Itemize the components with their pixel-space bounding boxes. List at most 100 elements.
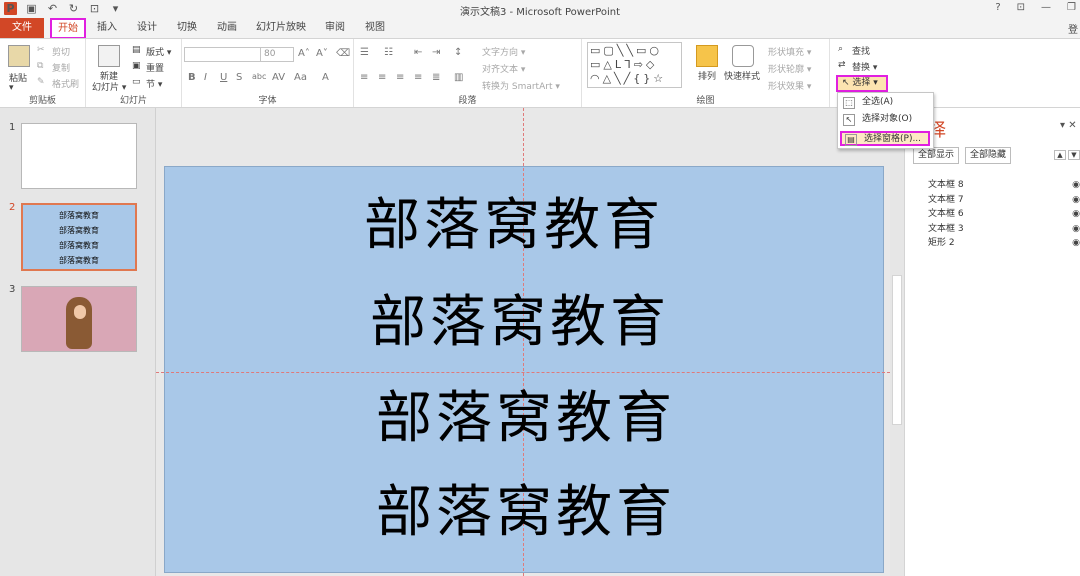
tab-transitions[interactable]: 切换 — [172, 18, 202, 38]
shape-effects-button[interactable]: 形状效果 ▾ — [768, 79, 811, 92]
font-name-field[interactable] — [184, 47, 262, 62]
new-slide-dropdown[interactable]: 幻灯片 ▾ — [92, 80, 126, 93]
shape-outline-button[interactable]: 形状轮廓 ▾ — [768, 62, 811, 75]
select-all-item[interactable]: ⬚ 全选(A) — [840, 96, 930, 111]
send-backward-icon[interactable]: ▼ — [1068, 150, 1080, 160]
tab-animations[interactable]: 动画 — [212, 18, 242, 38]
pane-close-icon[interactable]: ▾ ✕ — [1060, 120, 1077, 131]
arrange-button[interactable]: 排列 — [698, 69, 716, 82]
shadow-icon[interactable]: S — [236, 72, 242, 83]
format-painter-button[interactable]: 格式刷 — [52, 77, 79, 90]
strikethrough-icon[interactable]: abc — [252, 72, 266, 81]
list-item[interactable]: 文本框 7 ◉ — [928, 193, 1080, 208]
clipboard-group: 粘贴 ▾ ✂ 剪切 ⧉ 复制 ✎ 格式刷 剪贴板 — [0, 39, 86, 107]
list-item-label: 矩形 2 — [928, 238, 955, 248]
slide-text-box-1[interactable]: 部落窝教育 — [364, 196, 664, 256]
slide-thumbnail-2[interactable]: 部落窝教育 部落窝教育 部落窝教育 部落窝教育 — [21, 203, 137, 271]
ribbon-display-button[interactable]: ⊡ — [1017, 2, 1025, 13]
increase-indent-icon[interactable]: ⇥ — [432, 47, 440, 58]
scrollbar-thumb[interactable] — [892, 275, 902, 425]
paste-icon[interactable] — [8, 45, 30, 67]
eye-icon[interactable]: ◉ — [1072, 178, 1080, 193]
bullets-icon[interactable]: ☰ — [360, 47, 369, 58]
select-objects-icon: ↖ — [843, 114, 855, 126]
clipboard-group-label: 剪贴板 — [28, 96, 56, 106]
list-item[interactable]: 矩形 2 ◉ — [928, 236, 1080, 251]
justify-icon[interactable]: ≡ — [414, 72, 422, 83]
cut-button[interactable]: 剪切 — [52, 45, 70, 58]
bring-forward-icon[interactable]: ▲ — [1054, 150, 1066, 160]
shape-fill-button[interactable]: 形状填充 ▾ — [768, 45, 811, 58]
list-item[interactable]: 文本框 3 ◉ — [928, 222, 1080, 237]
copy-button[interactable]: 复制 — [52, 61, 70, 74]
tab-view[interactable]: 视图 — [360, 18, 390, 38]
tab-file[interactable]: 文件 — [0, 18, 44, 38]
slide-thumbnail-1[interactable] — [21, 123, 137, 189]
selection-pane-label: 选择窗格(P)... — [864, 134, 922, 144]
font-size-field[interactable]: 80 — [260, 47, 294, 62]
help-button[interactable]: ? — [995, 2, 1000, 13]
eye-icon[interactable]: ◉ — [1072, 207, 1080, 222]
line-spacing-icon[interactable]: ↕ — [454, 47, 462, 58]
paste-dropdown-icon[interactable]: ▾ — [9, 83, 14, 93]
align-center-icon[interactable]: ≡ — [378, 72, 386, 83]
slide-text-box-3[interactable]: 部落窝教育 — [376, 389, 676, 449]
list-item[interactable]: 文本框 6 ◉ — [928, 207, 1080, 222]
select-objects-label: 选择对象(O) — [862, 114, 913, 124]
decrease-indent-icon[interactable]: ⇤ — [414, 47, 422, 58]
char-spacing-icon[interactable]: AV — [272, 72, 285, 83]
list-item-label: 文本框 6 — [928, 209, 964, 219]
align-left-icon[interactable]: ≡ — [360, 72, 368, 83]
list-item-label: 文本框 8 — [928, 180, 964, 190]
grow-font-icon[interactable]: A˄ — [298, 48, 310, 59]
distributed-icon[interactable]: ≣ — [432, 72, 440, 83]
eye-icon[interactable]: ◉ — [1072, 193, 1080, 208]
replace-button[interactable]: 替换 ▾ — [852, 60, 877, 73]
hide-all-button[interactable]: 全部隐藏 — [965, 147, 1012, 164]
section-button[interactable]: 节 ▾ — [146, 77, 162, 90]
window-title: 演示文稿3 - Microsoft PowerPoint — [459, 7, 621, 18]
quick-styles-icon[interactable] — [732, 45, 754, 67]
numbering-icon[interactable]: ☷ — [384, 47, 393, 58]
select-objects-item[interactable]: ↖ 选择对象(O) — [840, 113, 930, 128]
arrange-icon[interactable] — [696, 45, 718, 67]
layout-icon: ▤ — [132, 45, 141, 55]
slide-text-box-4[interactable]: 部落窝教育 — [376, 483, 676, 543]
font-color-icon[interactable]: A — [322, 72, 329, 83]
tab-design[interactable]: 设计 — [132, 18, 162, 38]
restore-button[interactable]: ❐ — [1067, 2, 1076, 13]
italic-icon[interactable]: I — [204, 72, 207, 83]
reset-button[interactable]: 重置 — [146, 61, 164, 74]
find-button[interactable]: 查找 — [852, 44, 870, 57]
list-item[interactable]: 文本框 8 ◉ — [928, 178, 1080, 193]
minimize-button[interactable]: — — [1041, 2, 1051, 13]
slide-text-box-2[interactable]: 部落窝教育 — [370, 293, 670, 353]
align-right-icon[interactable]: ≡ — [396, 72, 404, 83]
select-button[interactable]: ↖ 选择 ▾ — [836, 75, 888, 92]
eye-icon[interactable]: ◉ — [1072, 236, 1080, 251]
smartart-button[interactable]: 转换为 SmartArt ▾ — [482, 79, 560, 92]
clear-formatting-icon[interactable]: ⌫ — [336, 48, 350, 59]
underline-icon[interactable]: U — [220, 72, 227, 83]
shrink-font-icon[interactable]: A˅ — [316, 48, 328, 59]
change-case-icon[interactable]: Aa — [294, 72, 307, 83]
selection-pane-item[interactable]: ▤ 选择窗格(P)... — [840, 131, 930, 146]
tab-slideshow[interactable]: 幻灯片放映 — [252, 18, 310, 38]
tab-review[interactable]: 审阅 — [320, 18, 350, 38]
text-direction-button[interactable]: 文字方向 ▾ — [482, 45, 525, 58]
tab-insert[interactable]: 插入 — [92, 18, 122, 38]
tab-home[interactable]: 开始 — [50, 18, 86, 39]
reset-icon: ▣ — [132, 61, 141, 71]
shapes-gallery[interactable]: ▭▢╲╲▭○ ▭△ᒪᒣ⇨◇ ◠△╲╱{}☆ — [587, 42, 682, 88]
slide-thumbnail-3[interactable] — [21, 286, 137, 352]
new-slide-icon[interactable] — [98, 45, 120, 67]
columns-icon[interactable]: ▥ — [454, 72, 463, 83]
eye-icon[interactable]: ◉ — [1072, 222, 1080, 237]
show-all-button[interactable]: 全部显示 — [913, 147, 960, 164]
section-icon: ▭ — [132, 77, 141, 87]
layout-button[interactable]: 版式 ▾ — [146, 45, 171, 58]
user-account[interactable]: 登 — [1068, 21, 1078, 36]
align-text-button[interactable]: 对齐文本 ▾ — [482, 62, 525, 75]
bold-icon[interactable]: B — [188, 72, 196, 83]
quick-styles-button[interactable]: 快速样式 — [724, 69, 760, 82]
